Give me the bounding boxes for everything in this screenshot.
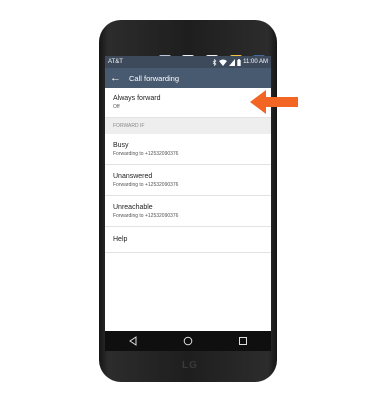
- always-forward-title: Always forward: [113, 95, 161, 102]
- recents-icon[interactable]: [236, 334, 250, 348]
- item-subtitle: Forwarding to +12532090376: [113, 213, 179, 219]
- section-header-forward-if: FORWARD IF: [105, 118, 271, 134]
- always-forward-item[interactable]: Always forward Off: [105, 88, 271, 118]
- item-subtitle: Forwarding to +12532090376: [113, 151, 179, 157]
- home-icon[interactable]: [181, 334, 195, 348]
- arrow-callout-icon: [250, 90, 298, 114]
- wifi-icon: [219, 59, 228, 66]
- page-title: Call forwarding: [129, 73, 180, 83]
- status-bar: AT&T 11:00 AM: [105, 56, 271, 68]
- always-forward-status: Off: [113, 104, 120, 110]
- item-title: Unreachable: [113, 204, 153, 211]
- item-title: Busy: [113, 142, 129, 149]
- time-label: 11:00 AM: [243, 59, 268, 65]
- unanswered-item[interactable]: Unanswered Forwarding to +12532090376: [105, 165, 271, 196]
- unreachable-item[interactable]: Unreachable Forwarding to +12532090376: [105, 196, 271, 227]
- lg-logo: LG: [182, 360, 198, 371]
- action-bar: ← Call forwarding: [105, 68, 271, 88]
- help-item[interactable]: Help: [105, 227, 271, 253]
- item-title: Unanswered: [113, 173, 153, 180]
- back-arrow-icon[interactable]: ←: [110, 72, 121, 84]
- item-title: Help: [113, 236, 128, 243]
- bluetooth-icon: [212, 58, 217, 66]
- status-icons: 11:00 AM: [212, 58, 268, 66]
- busy-item[interactable]: Busy Forwarding to +12532090376: [105, 134, 271, 165]
- signal-icon: [229, 58, 236, 66]
- carrier-label: AT&T: [108, 59, 123, 65]
- item-subtitle: Forwarding to +12532090376: [113, 182, 179, 188]
- back-icon[interactable]: [126, 334, 140, 348]
- navigation-bar: [105, 331, 271, 351]
- screen: AT&T 11:00 AM ← Call forwarding Always f…: [105, 56, 271, 331]
- battery-icon: [237, 58, 241, 66]
